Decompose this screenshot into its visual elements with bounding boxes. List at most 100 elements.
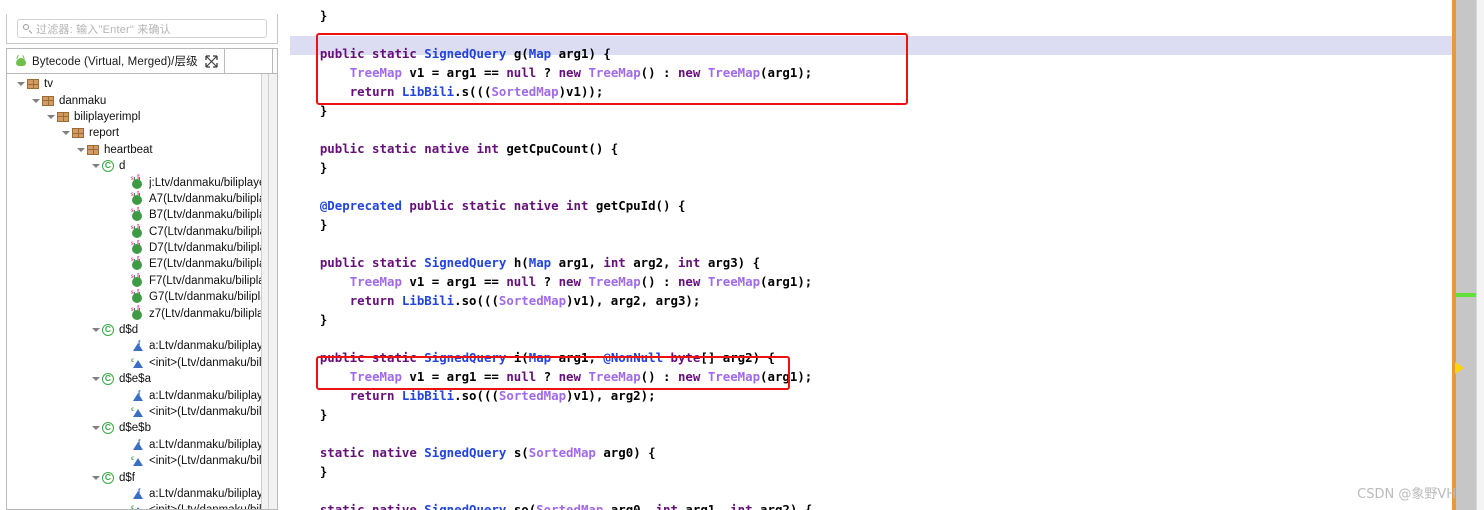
package-icon bbox=[56, 110, 70, 124]
tree-node[interactable]: tv bbox=[7, 76, 277, 92]
chevron-down-icon[interactable] bbox=[90, 158, 101, 174]
tree-node[interactable]: s f z7(Ltv/danmaku/bilipla bbox=[7, 305, 277, 321]
chevron-down-icon[interactable] bbox=[90, 322, 101, 338]
tree-node[interactable]: Cd bbox=[7, 158, 277, 174]
tree-node-label: j:Ltv/danmaku/biliplaye bbox=[149, 176, 266, 189]
tree-node-label: d$d bbox=[119, 324, 139, 337]
tree-node[interactable]: biliplayerimpl bbox=[7, 109, 277, 125]
constructor-icon: c bbox=[131, 355, 145, 370]
tree-node[interactable]: f a:Ltv/danmaku/biliplay bbox=[7, 437, 277, 453]
tree-viewport[interactable]: tv danmaku biliplayerimpl report heartbeat Cd… bbox=[7, 74, 277, 509]
tree-node[interactable]: Cd$e$b bbox=[7, 420, 277, 436]
tree-node-label: d$f bbox=[119, 471, 135, 484]
method-icon: sf bbox=[131, 305, 145, 321]
tree-node[interactable]: f a:Ltv/danmaku/biliplay bbox=[7, 486, 277, 502]
tree-node-label: G7(Ltv/danmaku/bilipla bbox=[149, 291, 267, 304]
tree-node[interactable]: c <init>(Ltv/danmaku/bil bbox=[7, 404, 277, 420]
tree-node-label: report bbox=[89, 127, 120, 140]
tree-node-label: tv bbox=[44, 78, 53, 91]
tree-node[interactable]: c <init>(Ltv/danmaku/bil bbox=[7, 502, 277, 509]
tree-node-label: <init>(Ltv/danmaku/bil bbox=[149, 406, 262, 418]
tree-node-list: tv danmaku biliplayerimpl report heartbeat Cd… bbox=[7, 76, 277, 509]
chevron-down-icon[interactable] bbox=[90, 371, 101, 387]
tree-node[interactable]: danmaku bbox=[7, 92, 277, 108]
tree-node[interactable]: s f A7(Ltv/danmaku/bilipla bbox=[7, 191, 277, 207]
method-icon: sf bbox=[131, 289, 145, 304]
tree-node[interactable]: c <init>(Ltv/danmaku/bil bbox=[7, 355, 277, 371]
editor-vertical-scrollbar[interactable] bbox=[1456, 0, 1476, 510]
tree-node[interactable]: report bbox=[7, 125, 277, 141]
tree-node[interactable]: Cd$d bbox=[7, 322, 277, 338]
search-icon bbox=[22, 23, 33, 34]
chevron-down-icon[interactable] bbox=[30, 93, 41, 109]
tree-node-label: D7(Ltv/danmaku/bilipla bbox=[149, 242, 266, 255]
constructor-icon: c bbox=[131, 453, 145, 468]
field-icon: f bbox=[131, 437, 145, 452]
method-icon: sf bbox=[131, 240, 145, 255]
chevron-down-icon[interactable] bbox=[15, 76, 26, 92]
pin-window-icon[interactable] bbox=[205, 54, 218, 68]
tree-node[interactable]: s f E7(Ltv/danmaku/bilipla bbox=[7, 256, 277, 272]
tree-node-label: <init>(Ltv/danmaku/bil bbox=[149, 455, 262, 468]
code-editor[interactable]: } public static SignedQuery g(Map arg1) … bbox=[290, 0, 1452, 510]
tree-node[interactable]: heartbeat bbox=[7, 142, 277, 158]
chevron-down-icon[interactable] bbox=[45, 109, 56, 125]
tree-node[interactable]: f a:Ltv/danmaku/biliplay bbox=[7, 338, 277, 354]
field-icon: f bbox=[131, 388, 145, 403]
tree-node-label: a:Ltv/danmaku/biliplay bbox=[149, 340, 263, 353]
tree-node[interactable]: s f B7(Ltv/danmaku/bilipla bbox=[7, 207, 277, 223]
method-icon: sf bbox=[131, 207, 145, 222]
tab-label: Bytecode (Virtual, Merged)/层级 bbox=[32, 56, 198, 68]
bytecode-tree-panel: Bytecode (Virtual, Merged)/层级 tv danmaku b… bbox=[6, 48, 278, 510]
green-change-marker[interactable] bbox=[1456, 293, 1476, 297]
class-icon: C bbox=[101, 159, 115, 173]
class-icon: C bbox=[101, 372, 115, 386]
package-icon bbox=[41, 94, 55, 108]
tree-node-label: danmaku bbox=[59, 94, 107, 107]
tree-node-label: A7(Ltv/danmaku/bilipla bbox=[149, 192, 266, 205]
tree-node[interactable]: f a:Ltv/danmaku/biliplay bbox=[7, 387, 277, 403]
tree-node-label: d$e$b bbox=[119, 422, 151, 435]
chevron-down-icon[interactable] bbox=[75, 142, 86, 158]
class-icon: C bbox=[101, 323, 115, 337]
chevron-down-icon[interactable] bbox=[60, 125, 71, 141]
tree-vertical-scrollbar-outer[interactable] bbox=[268, 74, 277, 509]
filter-input[interactable]: 过滤器: 输入"Enter" 来确认 bbox=[17, 19, 267, 38]
class-icon: C bbox=[101, 471, 115, 485]
tree-node[interactable]: Cd$e$a bbox=[7, 371, 277, 387]
tree-node-label: E7(Ltv/danmaku/bilipla bbox=[149, 258, 266, 271]
tree-node[interactable]: s f D7(Ltv/danmaku/bilipla bbox=[7, 240, 277, 256]
source-code[interactable]: } public static SignedQuery g(Map arg1) … bbox=[290, 0, 1452, 510]
tree-node-label: a:Ltv/danmaku/biliplay bbox=[149, 487, 263, 500]
tree-node-label: <init>(Ltv/danmaku/bil bbox=[149, 504, 262, 509]
tree-node[interactable]: s f F7(Ltv/danmaku/bilipla bbox=[7, 273, 277, 289]
tree-node[interactable]: c <init>(Ltv/danmaku/bil bbox=[7, 453, 277, 469]
tree-node[interactable]: Cd$f bbox=[7, 469, 277, 485]
tool-window-tab-bar: Bytecode (Virtual, Merged)/层级 bbox=[7, 49, 277, 74]
tree-node[interactable]: s f G7(Ltv/danmaku/bilipla bbox=[7, 289, 277, 305]
tree-node-label: <init>(Ltv/danmaku/bil bbox=[149, 356, 262, 369]
tab-bytecode-virtual-merged[interactable]: Bytecode (Virtual, Merged)/层级 bbox=[7, 49, 225, 73]
tree-node[interactable]: s f j:Ltv/danmaku/biliplaye bbox=[7, 174, 277, 190]
watermark-text: CSDN @象野VH bbox=[1357, 487, 1456, 502]
chevron-down-icon[interactable] bbox=[90, 470, 101, 486]
tree-node[interactable]: s f C7(Ltv/danmaku/bilipla bbox=[7, 224, 277, 240]
chevron-down-icon[interactable] bbox=[90, 420, 101, 436]
tree-node-label: F7(Ltv/danmaku/bilipla bbox=[149, 274, 265, 287]
filter-placeholder-text: 过滤器: 输入"Enter" 来确认 bbox=[36, 23, 171, 36]
yellow-warning-marker[interactable] bbox=[1455, 362, 1464, 374]
method-icon: sf bbox=[131, 273, 145, 288]
android-icon bbox=[14, 54, 27, 68]
